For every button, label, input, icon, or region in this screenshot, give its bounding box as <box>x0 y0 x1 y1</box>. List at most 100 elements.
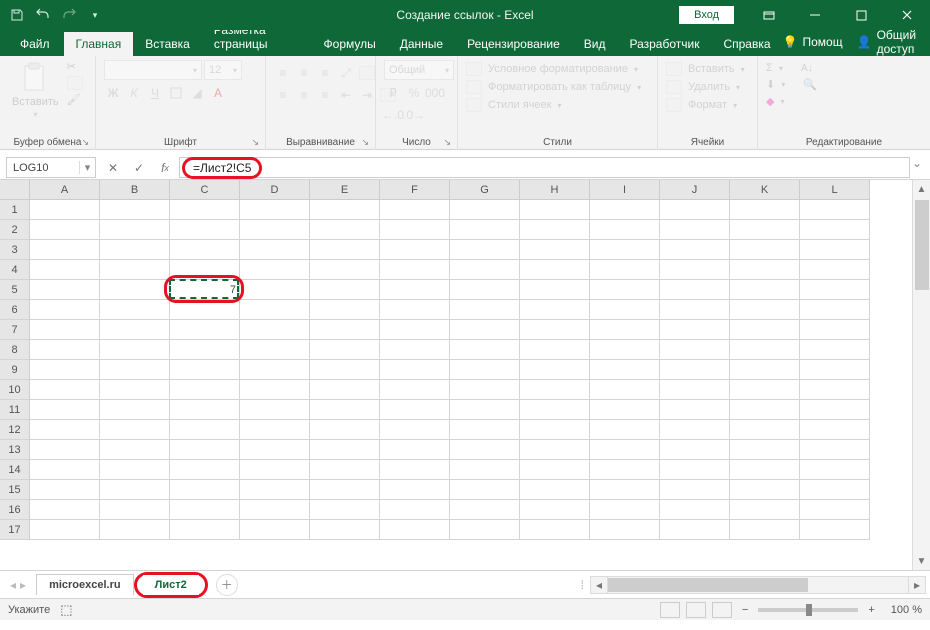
underline-button[interactable]: Ч <box>146 84 164 102</box>
row-header[interactable]: 8 <box>0 340 30 360</box>
cell[interactable] <box>310 440 380 460</box>
cell[interactable] <box>240 240 310 260</box>
macro-record-icon[interactable]: ⬚ <box>60 602 72 618</box>
cell[interactable] <box>380 480 450 500</box>
cell[interactable] <box>520 440 590 460</box>
cell[interactable] <box>450 480 520 500</box>
row-header[interactable]: 2 <box>0 220 30 240</box>
scroll-up-icon[interactable]: ▲ <box>913 180 930 198</box>
cell[interactable] <box>730 460 800 480</box>
column-header[interactable]: J <box>660 180 730 200</box>
cell[interactable] <box>30 420 100 440</box>
cell[interactable] <box>380 240 450 260</box>
increase-decimal-button[interactable]: ←.0 <box>384 106 402 124</box>
format-as-table-button[interactable]: Форматировать как таблицу▾ <box>466 78 641 96</box>
save-icon[interactable] <box>8 6 26 24</box>
cell[interactable] <box>730 220 800 240</box>
cell[interactable] <box>660 320 730 340</box>
cell[interactable] <box>310 520 380 540</box>
cell[interactable] <box>660 380 730 400</box>
cell[interactable] <box>660 200 730 220</box>
cell[interactable] <box>660 400 730 420</box>
column-header[interactable]: L <box>800 180 870 200</box>
cell[interactable] <box>730 280 800 300</box>
sheet-tab-list2[interactable]: Лист2 <box>143 575 199 595</box>
tab-prev-icon[interactable]: ▸ <box>20 578 26 592</box>
row-header[interactable]: 4 <box>0 260 30 280</box>
cell[interactable] <box>660 220 730 240</box>
cell[interactable] <box>520 520 590 540</box>
cell[interactable] <box>30 200 100 220</box>
dialog-launcher-icon[interactable]: ↘ <box>361 137 369 148</box>
cell[interactable] <box>170 520 240 540</box>
cell[interactable] <box>240 360 310 380</box>
cell[interactable] <box>520 480 590 500</box>
share-button[interactable]: 👤Общий доступ <box>857 28 920 56</box>
cell[interactable] <box>240 480 310 500</box>
cell[interactable] <box>170 500 240 520</box>
cell[interactable] <box>730 200 800 220</box>
cell[interactable] <box>240 280 310 300</box>
cell[interactable] <box>170 460 240 480</box>
tab-data[interactable]: Данные <box>388 32 455 56</box>
cell[interactable] <box>100 280 170 300</box>
cell[interactable] <box>240 520 310 540</box>
cell[interactable] <box>520 240 590 260</box>
row-header[interactable]: 11 <box>0 400 30 420</box>
cell[interactable] <box>310 400 380 420</box>
cell[interactable] <box>730 340 800 360</box>
cell[interactable] <box>520 460 590 480</box>
tell-me[interactable]: 💡Помощ <box>783 35 843 49</box>
cell[interactable] <box>170 240 240 260</box>
cell[interactable] <box>240 200 310 220</box>
cell[interactable] <box>380 360 450 380</box>
cell[interactable] <box>100 220 170 240</box>
cell[interactable] <box>170 200 240 220</box>
column-header[interactable]: B <box>100 180 170 200</box>
decrease-decimal-button[interactable]: .0→ <box>405 106 423 124</box>
row-header[interactable]: 15 <box>0 480 30 500</box>
dialog-launcher-icon[interactable]: ↘ <box>81 137 89 148</box>
row-header[interactable]: 12 <box>0 420 30 440</box>
cell[interactable] <box>800 480 870 500</box>
currency-button[interactable]: ₽ <box>384 84 402 102</box>
align-middle-button[interactable]: ≡ <box>295 64 313 82</box>
scroll-thumb[interactable] <box>915 200 929 290</box>
cell[interactable] <box>450 360 520 380</box>
row-header[interactable]: 17 <box>0 520 30 540</box>
cell[interactable] <box>800 340 870 360</box>
cell[interactable] <box>660 500 730 520</box>
cell[interactable] <box>30 300 100 320</box>
cell[interactable] <box>730 260 800 280</box>
cell[interactable] <box>310 480 380 500</box>
cell[interactable] <box>380 440 450 460</box>
cell[interactable] <box>450 440 520 460</box>
cell[interactable] <box>730 520 800 540</box>
cell[interactable] <box>30 500 100 520</box>
font-color-button[interactable]: А <box>209 84 227 102</box>
align-bottom-button[interactable]: ≡ <box>316 64 334 82</box>
bold-button[interactable]: Ж <box>104 84 122 102</box>
cell[interactable] <box>450 200 520 220</box>
cell[interactable] <box>310 240 380 260</box>
cell[interactable] <box>800 300 870 320</box>
cell[interactable] <box>30 260 100 280</box>
cell[interactable] <box>380 460 450 480</box>
cell[interactable] <box>520 500 590 520</box>
row-header[interactable]: 3 <box>0 240 30 260</box>
cell[interactable] <box>590 440 660 460</box>
cell[interactable] <box>240 500 310 520</box>
cell[interactable] <box>30 520 100 540</box>
cell[interactable] <box>310 420 380 440</box>
indent-decrease-button[interactable]: ⇤ <box>337 86 355 104</box>
italic-button[interactable]: К <box>125 84 143 102</box>
cell[interactable] <box>450 460 520 480</box>
cell[interactable] <box>450 400 520 420</box>
signin-button[interactable]: Вход <box>679 6 734 24</box>
cell[interactable] <box>380 300 450 320</box>
scroll-left-icon[interactable]: ◂ <box>590 576 608 594</box>
cell[interactable] <box>100 420 170 440</box>
cell[interactable] <box>380 400 450 420</box>
cell[interactable] <box>590 400 660 420</box>
align-left-button[interactable]: ≡ <box>274 86 292 104</box>
